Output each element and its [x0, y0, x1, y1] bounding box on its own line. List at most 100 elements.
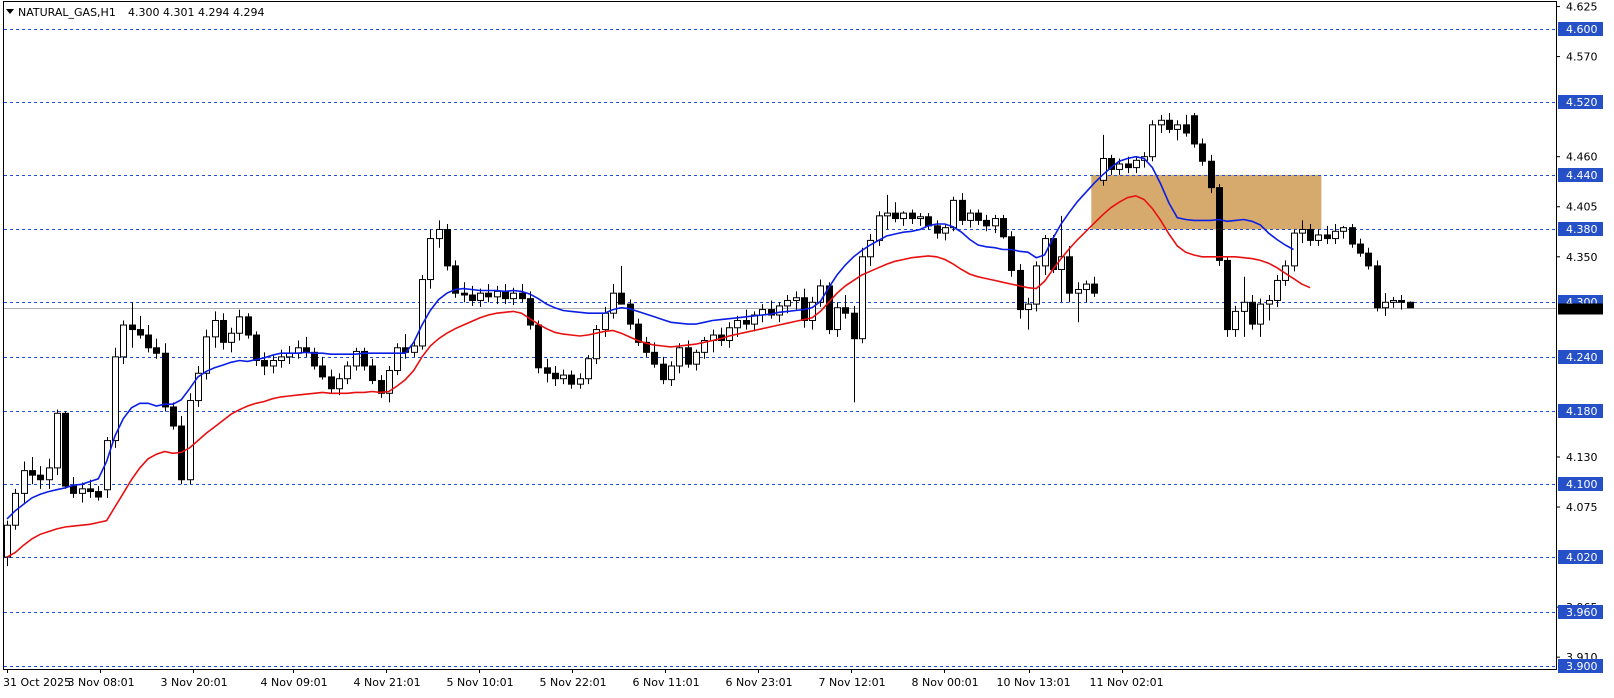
- y-tick-label: 4.625: [1566, 1, 1598, 14]
- candle-body-down: [1357, 243, 1364, 254]
- candle-body-up: [336, 378, 343, 390]
- candle-body-down: [975, 212, 982, 221]
- candle-body-down: [1208, 160, 1215, 189]
- level-price-label: 4.520: [1566, 96, 1598, 109]
- x-tick-label: 4 Nov 09:01: [261, 676, 328, 689]
- candle-body-up: [602, 312, 609, 331]
- candle-body-down: [1091, 283, 1098, 294]
- candle-body-up: [494, 290, 501, 298]
- candle: [593, 325, 600, 365]
- symbol-label: NATURAL_GAS,H1: [18, 6, 116, 19]
- candle-body-up: [1241, 301, 1248, 312]
- candle-body-up: [120, 324, 127, 358]
- current-price-tag: [1558, 303, 1603, 315]
- candle-body-up: [1083, 283, 1090, 291]
- candle-body-down: [129, 324, 136, 331]
- candle: [394, 343, 401, 376]
- candle-body-up: [1116, 163, 1123, 170]
- candle-body-up: [726, 327, 733, 342]
- candle-body-down: [87, 488, 94, 493]
- candle-body-up: [834, 307, 841, 331]
- candle-body-up: [187, 400, 194, 481]
- candle-body-down: [1324, 234, 1331, 240]
- level-price-label: 4.180: [1566, 405, 1598, 418]
- candle: [1000, 214, 1007, 239]
- candle-body-down: [1000, 218, 1007, 238]
- candle-body-up: [693, 351, 700, 365]
- candle: [178, 416, 185, 485]
- candle: [170, 402, 177, 430]
- candle: [1374, 260, 1381, 312]
- level-price-label: 4.020: [1566, 551, 1598, 564]
- candle-body-up: [477, 292, 484, 301]
- level-price-label: 4.240: [1566, 351, 1598, 364]
- candle: [427, 229, 434, 289]
- x-tick-label: 6 Nov 11:01: [633, 676, 700, 689]
- level-price-label: 4.380: [1566, 223, 1598, 236]
- candle-body-up: [585, 358, 592, 380]
- candle-body-down: [261, 360, 268, 367]
- candle-body-up: [427, 238, 434, 281]
- x-tick-label: 3 Nov 20:01: [161, 676, 228, 689]
- candle-body-down: [162, 352, 169, 408]
- candle-body-up: [212, 319, 219, 338]
- candle-body-down: [909, 212, 916, 220]
- candle-body-down: [1365, 252, 1372, 267]
- candle: [444, 224, 451, 271]
- candle-body-down: [743, 319, 750, 325]
- candle-body-up: [1133, 159, 1140, 169]
- candle: [1349, 224, 1356, 248]
- candle-body-up: [54, 412, 61, 469]
- candle-body-down: [892, 212, 899, 220]
- x-tick-label: 4 Nov 21:01: [354, 676, 421, 689]
- candle-body-down: [959, 199, 966, 221]
- plot-frame: [3, 1, 1557, 670]
- candle-body-down: [1374, 265, 1381, 309]
- x-tick-label: 5 Nov 10:01: [447, 676, 514, 689]
- candle-body-down: [842, 307, 849, 314]
- candle-body-up: [79, 488, 86, 494]
- chart[interactable]: 4.6254.5704.4604.4054.3504.1304.0753.965…: [0, 0, 1614, 698]
- candle-body-down: [660, 363, 667, 381]
- candle-body-down: [618, 292, 625, 305]
- candle-body-down: [137, 329, 144, 336]
- candle-body-down: [1307, 228, 1314, 241]
- candle-body-down: [1349, 227, 1356, 245]
- candle-body-down: [552, 372, 559, 380]
- candle-body-down: [253, 334, 260, 362]
- candle-body-up: [1174, 124, 1181, 130]
- candle-body-down: [934, 225, 941, 234]
- zone-layer: [1091, 174, 1322, 230]
- candle-body-up: [236, 316, 243, 334]
- x-tick-label: 6 Nov 23:01: [726, 676, 793, 689]
- candle-body-down: [485, 292, 492, 298]
- candle-body-up: [1382, 301, 1389, 309]
- candle-body-up: [112, 356, 119, 442]
- candle: [452, 260, 459, 298]
- chart-header: NATURAL_GAS,H1 4.300 4.301 4.294 4.294: [6, 6, 264, 19]
- candle-body-up: [1274, 279, 1281, 301]
- candle-body-up: [1315, 234, 1322, 241]
- candle-body-up: [859, 256, 866, 340]
- candle-body-up: [668, 365, 675, 381]
- candle-body-up: [270, 360, 277, 367]
- candle-body-down: [1166, 119, 1173, 130]
- candle-body-up: [950, 199, 957, 229]
- candle-body-up: [884, 212, 891, 217]
- candle-body-up: [992, 218, 999, 227]
- ohlc-label: 4.300 4.301 4.294 4.294: [128, 6, 264, 19]
- candle-body-up: [784, 299, 791, 307]
- candle-body-down: [685, 347, 692, 365]
- candle-body-up: [734, 319, 741, 329]
- candle-body-down: [983, 219, 990, 227]
- price-zone: [1091, 174, 1322, 230]
- candle-body-up: [419, 279, 426, 347]
- candle: [187, 393, 194, 485]
- y-tick-label: 4.405: [1566, 201, 1598, 214]
- candle-body-up: [1299, 228, 1306, 234]
- candle-body-up: [776, 305, 783, 316]
- candle-body-up: [876, 215, 883, 241]
- candle-body-up: [1332, 230, 1339, 240]
- candle-body-down: [568, 374, 575, 385]
- candle-body-down: [627, 303, 634, 325]
